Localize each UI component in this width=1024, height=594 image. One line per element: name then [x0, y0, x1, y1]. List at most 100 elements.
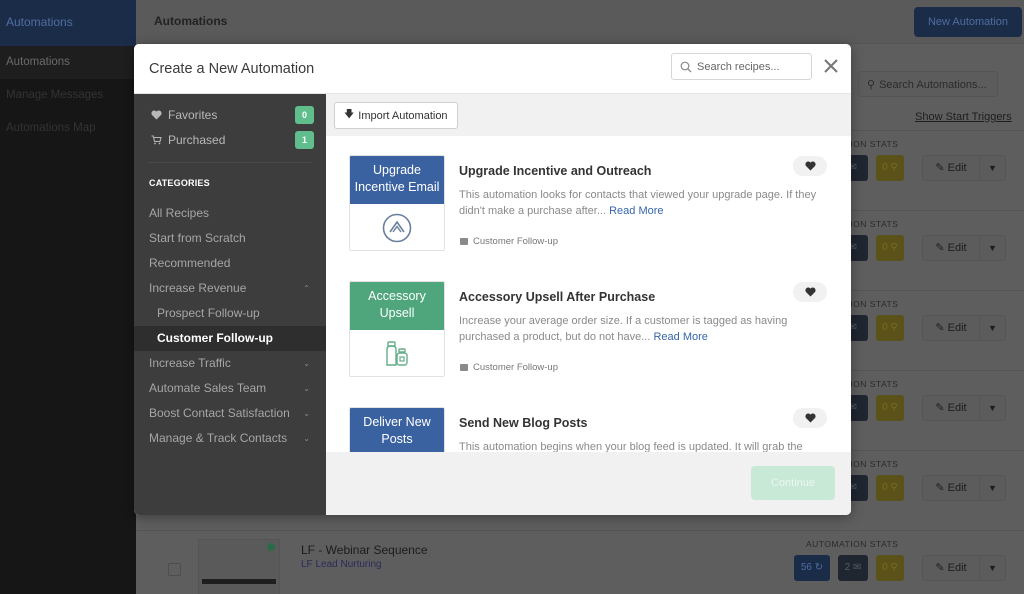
recipe-thumbnail[interactable]: Deliver New Posts: [349, 407, 445, 452]
read-more-link[interactable]: Read More: [609, 205, 663, 217]
emails-stat[interactable]: 2 ✉: [838, 555, 868, 581]
chevron-down-icon: ⌄: [303, 359, 310, 368]
favorites-label: Favorites: [168, 107, 218, 122]
recipe-title[interactable]: Send New Blog Posts: [459, 416, 588, 430]
stats-label: AUTOMATION STATS: [806, 539, 899, 549]
sidebar-item-purchased[interactable]: Purchased 1: [134, 127, 326, 152]
edit-dropdown-toggle[interactable]: ▼: [979, 475, 1006, 501]
heart-icon: [804, 413, 816, 423]
nav-item-manage-messages[interactable]: Manage Messages: [0, 79, 136, 112]
goals-count: 0: [882, 162, 888, 173]
edit-button[interactable]: ✎ Edit: [922, 315, 980, 341]
modal-footer: Continue: [326, 452, 851, 515]
category-text: Customer Follow-up: [473, 236, 558, 247]
search-recipes-input[interactable]: [697, 60, 797, 73]
bottles-icon: [350, 330, 444, 376]
edit-label: Edit: [947, 162, 967, 174]
app-topbar: Automations New Automation: [136, 0, 1024, 44]
edit-dropdown-toggle[interactable]: ▼: [979, 315, 1006, 341]
chevron-up-icon: ⌃: [303, 284, 310, 293]
sidebar-item-prospect-follow-up[interactable]: Prospect Follow-up: [134, 301, 326, 326]
import-automation-button[interactable]: 🡇 Import Automation: [334, 102, 458, 129]
sidebar-item-increase-traffic[interactable]: Increase Traffic ⌄: [134, 351, 326, 376]
edit-label: Edit: [947, 402, 967, 414]
thumbnail-bar: [202, 579, 276, 584]
category-label: All Recipes: [149, 206, 210, 220]
automation-thumbnail[interactable]: [198, 539, 280, 594]
goals-count: 0: [882, 402, 888, 413]
category-label: Increase Traffic: [149, 356, 231, 370]
description-text: This automation begins when your blog fe…: [459, 441, 803, 452]
recipe-card[interactable]: Accessory Upsell Accessory Upsell After …: [326, 262, 851, 388]
goals-stat[interactable]: 0 ⚲: [876, 315, 904, 341]
contacts-stat[interactable]: 56 ↻: [794, 555, 830, 581]
download-arrow-icon: 🡇: [344, 109, 355, 120]
caret-down-icon: ▼: [988, 323, 997, 333]
read-more-link[interactable]: Read More: [653, 331, 707, 343]
favorite-button[interactable]: [793, 408, 827, 428]
goals-stat[interactable]: 0 ⚲: [876, 475, 904, 501]
sidebar-item-all-recipes[interactable]: All Recipes: [134, 201, 326, 226]
sidebar-item-favorites[interactable]: Favorites 0: [134, 102, 326, 127]
recipe-thumbnail[interactable]: Upgrade Incentive Email: [349, 155, 445, 251]
edit-dropdown-toggle[interactable]: ▼: [979, 155, 1006, 181]
sidebar-item-manage-track-contacts[interactable]: Manage & Track Contacts ⌄: [134, 426, 326, 451]
recipe-thumbnail[interactable]: Accessory Upsell: [349, 281, 445, 377]
row-checkbox[interactable]: [168, 563, 181, 576]
emails-count: 2: [844, 562, 851, 573]
category-label: Recommended: [149, 256, 231, 270]
edit-button[interactable]: ✎ Edit: [922, 475, 980, 501]
close-icon[interactable]: [822, 57, 840, 75]
nav-item-automations[interactable]: Automations: [0, 46, 136, 79]
trophy-icon: ⚲: [890, 322, 898, 333]
heart-icon: [150, 109, 162, 120]
automation-title[interactable]: LF - Webinar Sequence: [301, 543, 428, 557]
categories-heading: CATEGORIES: [149, 178, 210, 188]
edit-label: Edit: [947, 242, 967, 254]
cart-icon: [150, 135, 162, 145]
recipe-title[interactable]: Accessory Upsell After Purchase: [459, 290, 655, 304]
sidebar-item-recommended[interactable]: Recommended: [134, 251, 326, 276]
trophy-icon: ⚲: [890, 482, 898, 493]
edit-button[interactable]: ✎ Edit: [922, 555, 980, 581]
chevron-down-icon: ⌄: [303, 409, 310, 418]
recipe-title[interactable]: Upgrade Incentive and Outreach: [459, 164, 651, 178]
search-automations-input[interactable]: ⚲ Search Automations...: [858, 71, 998, 97]
category-label: Manage & Track Contacts: [149, 431, 288, 445]
goals-stat[interactable]: 0 ⚲: [876, 555, 904, 581]
recipe-card[interactable]: Upgrade Incentive Email Upgrade Incentiv…: [326, 136, 851, 262]
thumbnail-label: Deliver New Posts: [350, 408, 444, 452]
edit-button[interactable]: ✎ Edit: [922, 155, 980, 181]
thumbnail-label: Upgrade Incentive Email: [350, 156, 444, 204]
nav-item-automations-map[interactable]: Automations Map: [0, 112, 136, 145]
favorite-button[interactable]: [793, 156, 827, 176]
sidebar-item-boost-contact-satisfaction[interactable]: Boost Contact Satisfaction ⌄: [134, 401, 326, 426]
continue-button[interactable]: Continue: [751, 466, 835, 500]
sidebar-item-automate-sales-team[interactable]: Automate Sales Team ⌄: [134, 376, 326, 401]
edit-button[interactable]: ✎ Edit: [922, 395, 980, 421]
new-automation-button[interactable]: New Automation: [914, 7, 1022, 37]
app-sidebar: Automations Automations Manage Messages …: [0, 0, 136, 594]
automation-group[interactable]: LF Lead Nurturing: [301, 559, 382, 570]
edit-dropdown-toggle[interactable]: ▼: [979, 555, 1006, 581]
goals-stat[interactable]: 0 ⚲: [876, 235, 904, 261]
sidebar-item-customer-follow-up[interactable]: Customer Follow-up: [134, 326, 326, 351]
show-start-triggers-link[interactable]: Show Start Triggers: [915, 111, 1012, 123]
goals-stat[interactable]: 0 ⚲: [876, 155, 904, 181]
caret-down-icon: ▼: [988, 163, 997, 173]
search-recipes-field[interactable]: [671, 53, 812, 80]
recipe-card[interactable]: Deliver New Posts Send New Blog Posts Th…: [326, 388, 851, 452]
envelope-icon: ✉: [852, 562, 862, 573]
sidebar-item-start-from-scratch[interactable]: Start from Scratch: [134, 226, 326, 251]
caret-down-icon: ▼: [988, 563, 997, 573]
edit-dropdown-toggle[interactable]: ▼: [979, 235, 1006, 261]
edit-button[interactable]: ✎ Edit: [922, 235, 980, 261]
goals-stat[interactable]: 0 ⚲: [876, 395, 904, 421]
edit-dropdown-toggle[interactable]: ▼: [979, 395, 1006, 421]
sidebar-item-increase-revenue[interactable]: Increase Revenue ⌃: [134, 276, 326, 301]
favorite-button[interactable]: [793, 282, 827, 302]
page-title: Automations: [154, 14, 228, 28]
active-status-dot: [267, 543, 275, 551]
caret-down-icon: ▼: [988, 483, 997, 493]
recipe-list[interactable]: Upgrade Incentive Email Upgrade Incentiv…: [326, 136, 851, 452]
